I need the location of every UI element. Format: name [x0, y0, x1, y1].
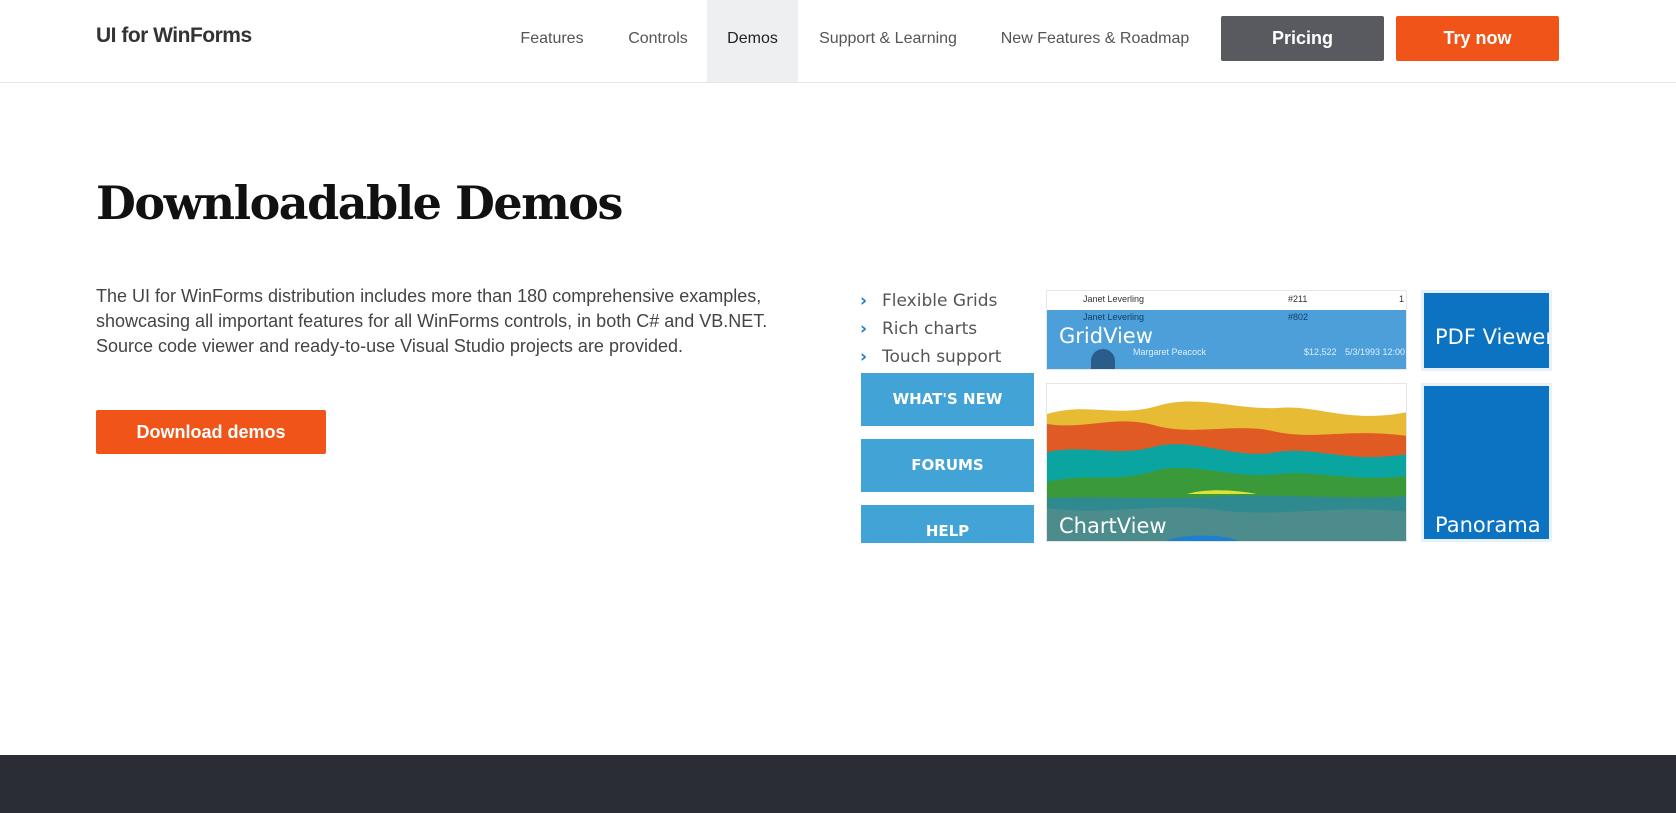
feature-list: › Flexible Grids › Rich charts › Touch s…: [860, 288, 1001, 372]
pdf-viewer-label: PDF Viewer: [1435, 325, 1552, 349]
forums-button[interactable]: FORUMS: [861, 439, 1034, 492]
page-title: Downloadable Demos: [96, 176, 623, 230]
grid-cell-amount: $12,522: [1304, 347, 1337, 357]
pricing-button[interactable]: Pricing: [1221, 16, 1384, 61]
gridview-tile[interactable]: Janet Leverling #211 1 Janet Leverling #…: [1046, 290, 1407, 370]
chartview-label: ChartView: [1059, 514, 1167, 538]
try-now-button[interactable]: Try now: [1396, 16, 1559, 61]
feature-item: › Rich charts: [860, 316, 1001, 344]
person-avatar: [1091, 349, 1115, 369]
feature-item: › Flexible Grids: [860, 288, 1001, 316]
grid-cell-date: 5/3/1993 12:00: [1345, 347, 1406, 357]
grid-cell-id: #802: [1288, 312, 1309, 322]
feature-item: › Touch support: [860, 344, 1001, 372]
nav-support-learning[interactable]: Support & Learning: [810, 0, 966, 82]
feature-label: Touch support: [882, 347, 1002, 367]
nav-new-features-roadmap[interactable]: New Features & Roadmap: [990, 0, 1200, 82]
pdf-viewer-tile[interactable]: PDF Viewer: [1421, 290, 1552, 371]
grid-cell-name: Janet Leverling: [1083, 294, 1145, 304]
panorama-tile[interactable]: Panorama: [1421, 383, 1552, 542]
chevron-right-icon: ›: [860, 291, 868, 311]
panorama-label: Panorama: [1435, 513, 1541, 537]
chevron-right-icon: ›: [860, 347, 868, 367]
site-header: UI for WinForms Features Controls Demos …: [0, 0, 1676, 83]
chevron-right-icon: ›: [860, 319, 868, 339]
nav-controls[interactable]: Controls: [618, 0, 698, 82]
help-button[interactable]: HELP: [861, 505, 1034, 543]
demos-description: The UI for WinForms distribution include…: [96, 286, 768, 356]
whats-new-button[interactable]: WHAT'S NEW: [861, 373, 1034, 426]
nav-features[interactable]: Features: [505, 0, 599, 82]
grid-cell-extra: 1: [1399, 294, 1405, 304]
grid-cell-name: Margaret Peacock: [1133, 347, 1207, 357]
site-footer: [0, 755, 1676, 813]
gridview-label: GridView: [1059, 324, 1153, 348]
page: UI for WinForms Features Controls Demos …: [0, 0, 1676, 813]
grid-cell-id: #211: [1288, 294, 1308, 304]
download-demos-button[interactable]: Download demos: [96, 410, 326, 454]
nav-demos[interactable]: Demos: [707, 0, 798, 82]
feature-label: Rich charts: [882, 319, 978, 339]
brand-logo[interactable]: UI for WinForms: [96, 24, 252, 48]
feature-label: Flexible Grids: [882, 291, 998, 311]
grid-cell-name: Janet Leverling: [1083, 312, 1145, 322]
chartview-tile[interactable]: ChartView: [1046, 383, 1407, 542]
